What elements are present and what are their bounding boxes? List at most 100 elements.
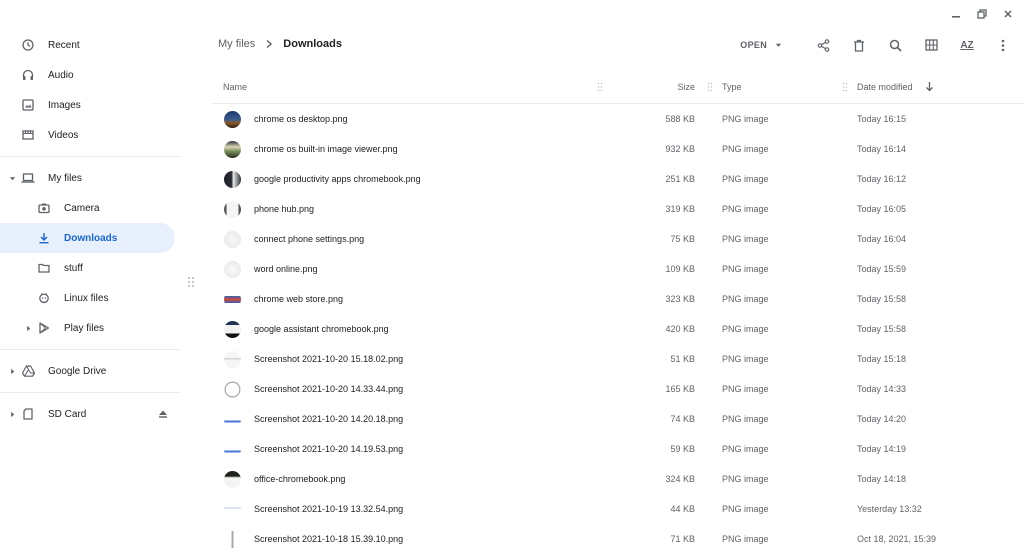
file-date: Today 16:14 — [857, 144, 907, 154]
file-date: Today 15:58 — [857, 294, 907, 304]
file-date: Today 16:15 — [857, 114, 907, 124]
file-thumbnail — [224, 411, 241, 428]
file-type: PNG image — [722, 264, 769, 274]
file-thumbnail — [224, 291, 241, 308]
sort-button[interactable]: AZ — [954, 34, 980, 56]
table-row[interactable]: phone hub.png 319 KB PNG image Today 16:… — [212, 194, 1024, 224]
sidebar-item-google-drive[interactable]: Google Drive — [0, 356, 186, 386]
caret-down-icon[interactable] — [8, 174, 16, 182]
minimize-icon[interactable] — [946, 4, 966, 24]
caret-right-icon[interactable] — [8, 410, 16, 418]
search-button[interactable] — [882, 34, 908, 56]
restore-icon[interactable] — [972, 4, 992, 24]
column-header-type[interactable]: Type — [722, 82, 742, 92]
file-date: Today 14:19 — [857, 444, 907, 454]
file-size: 420 KB — [665, 324, 695, 334]
grid-view-button[interactable] — [918, 34, 944, 56]
close-icon[interactable] — [998, 4, 1018, 24]
file-type: PNG image — [722, 504, 769, 514]
share-button[interactable] — [810, 34, 836, 56]
file-thumbnail — [224, 231, 241, 248]
file-date: Today 14:20 — [857, 414, 907, 424]
eject-icon[interactable] — [158, 409, 168, 419]
caret-right-icon[interactable] — [8, 367, 16, 375]
file-list-header: Name Size Type Date modified — [212, 71, 1024, 104]
caret-right-icon[interactable] — [24, 324, 32, 332]
table-row[interactable]: google productivity apps chromebook.png … — [212, 164, 1024, 194]
sidebar-item-sd-card[interactable]: SD Card — [0, 399, 186, 429]
file-date: Oct 18, 2021, 15:39 — [857, 534, 937, 544]
table-row[interactable]: Screenshot 2021-10-20 14.19.53.png 59 KB… — [212, 434, 1024, 464]
sidebar-item-label: Audio — [48, 69, 74, 81]
sidebar-item-recent[interactable]: Recent — [0, 30, 186, 60]
linux-icon — [37, 291, 51, 305]
file-name: google assistant chromebook.png — [254, 324, 389, 334]
open-button[interactable]: OPEN — [740, 40, 782, 50]
sidebar-item-play-files[interactable]: Play files — [0, 313, 186, 343]
sidebar-item-images[interactable]: Images — [0, 90, 186, 120]
sidebar-item-videos[interactable]: Videos — [0, 120, 186, 150]
table-row[interactable]: chrome web store.png 323 KB PNG image To… — [212, 284, 1024, 314]
column-resize-handle[interactable] — [707, 82, 713, 92]
file-type: PNG image — [722, 204, 769, 214]
table-row[interactable]: Screenshot 2021-10-19 13.32.54.png 44 KB… — [212, 494, 1024, 524]
sidebar-item-label: stuff — [64, 262, 83, 274]
table-row[interactable]: Screenshot 2021-10-20 15.18.02.png 51 KB… — [212, 344, 1024, 374]
grid-view-icon — [924, 39, 938, 51]
file-date: Today 16:12 — [857, 174, 907, 184]
breadcrumb-my-files[interactable]: My files — [218, 38, 255, 50]
file-name: connect phone settings.png — [254, 234, 365, 244]
sidebar-item-audio[interactable]: Audio — [0, 60, 186, 90]
table-row[interactable]: google assistant chromebook.png 420 KB P… — [212, 314, 1024, 344]
table-row[interactable]: Screenshot 2021-10-18 15.39.10.png 71 KB… — [212, 524, 1024, 554]
column-header-date[interactable]: Date modified — [857, 82, 913, 92]
more-options-button[interactable] — [990, 34, 1016, 56]
file-date: Today 14:18 — [857, 474, 907, 484]
file-type: PNG image — [722, 354, 769, 364]
column-resize-handle[interactable] — [597, 82, 603, 92]
table-row[interactable]: chrome os desktop.png 588 KB PNG image T… — [212, 104, 1024, 134]
file-thumbnail — [224, 441, 241, 458]
folder-icon — [37, 261, 51, 275]
file-size: 71 KB — [670, 534, 695, 544]
file-thumbnail — [224, 111, 241, 128]
file-type: PNG image — [722, 444, 769, 454]
file-name: chrome os built-in image viewer.png — [254, 144, 398, 154]
table-row[interactable]: chrome os built-in image viewer.png 932 … — [212, 134, 1024, 164]
file-name: Screenshot 2021-10-20 14.33.44.png — [254, 384, 404, 394]
file-type: PNG image — [722, 324, 769, 334]
sidebar-item-label: SD Card — [48, 408, 87, 420]
sidebar-item-label: Google Drive — [48, 365, 107, 377]
sidebar-item-camera[interactable]: Camera — [0, 193, 186, 223]
table-row[interactable]: Screenshot 2021-10-20 14.33.44.png 165 K… — [212, 374, 1024, 404]
sidebar-item-downloads[interactable]: Downloads — [0, 223, 175, 253]
sidebar-resize-handle[interactable] — [187, 276, 195, 288]
table-row[interactable]: office-chromebook.png 324 KB PNG image T… — [212, 464, 1024, 494]
table-row[interactable]: Screenshot 2021-10-20 14.20.18.png 74 KB… — [212, 404, 1024, 434]
sort-arrow-down-icon[interactable] — [925, 81, 934, 92]
column-resize-handle[interactable] — [842, 82, 848, 92]
file-size: 44 KB — [670, 504, 695, 514]
table-row[interactable]: word online.png 109 KB PNG image Today 1… — [212, 254, 1024, 284]
file-size: 109 KB — [665, 264, 695, 274]
delete-button[interactable] — [846, 34, 872, 56]
column-header-name[interactable]: Name — [223, 82, 247, 92]
file-thumbnail — [224, 201, 241, 218]
file-type: PNG image — [722, 294, 769, 304]
sidebar-item-linux-files[interactable]: Linux files — [0, 283, 186, 313]
file-type: PNG image — [722, 114, 769, 124]
google-drive-icon — [21, 364, 35, 378]
sidebar-item-my-files[interactable]: My files — [0, 163, 186, 193]
file-name: chrome os desktop.png — [254, 114, 348, 124]
sidebar-item-stuff[interactable]: stuff — [0, 253, 186, 283]
file-thumbnail — [224, 471, 241, 488]
breadcrumb-downloads: Downloads — [283, 38, 342, 50]
breadcrumb: My files Downloads — [218, 38, 342, 50]
file-name: phone hub.png — [254, 204, 315, 214]
column-header-size[interactable]: Size — [677, 82, 695, 92]
search-icon — [889, 39, 902, 52]
file-size: 324 KB — [665, 474, 695, 484]
table-row[interactable]: connect phone settings.png 75 KB PNG ima… — [212, 224, 1024, 254]
file-size: 165 KB — [665, 384, 695, 394]
file-name: chrome web store.png — [254, 294, 344, 304]
